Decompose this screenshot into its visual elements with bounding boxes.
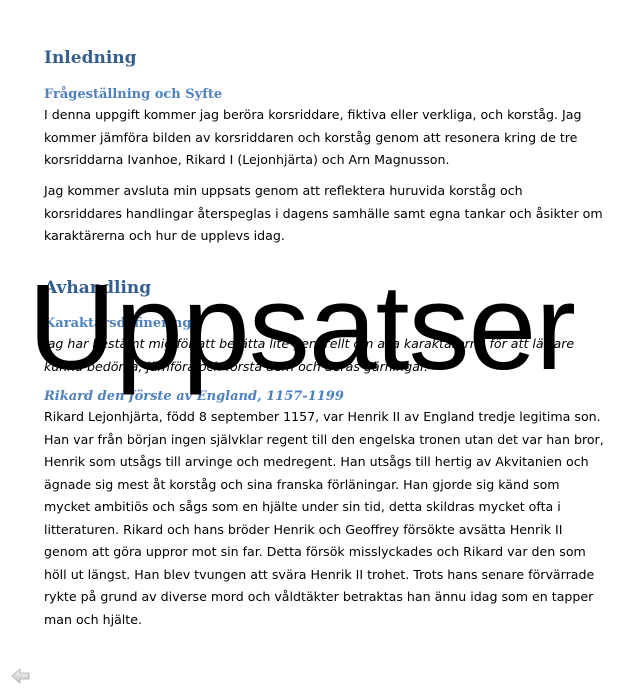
subheading-fragestallning: Frågeställning och Syfte <box>44 87 223 102</box>
back-arrow-icon[interactable] <box>11 668 31 684</box>
watermark: Uppsatser <box>28 259 576 395</box>
paragraph: Jag kommer avsluta min uppsats genom att… <box>44 183 603 243</box>
paragraph: I denna uppgift kommer jag beröra korsri… <box>44 107 582 167</box>
heading-inledning: Inledning <box>44 48 137 68</box>
paragraph: Rikard Lejonhjärta, född 8 september 115… <box>44 409 604 627</box>
